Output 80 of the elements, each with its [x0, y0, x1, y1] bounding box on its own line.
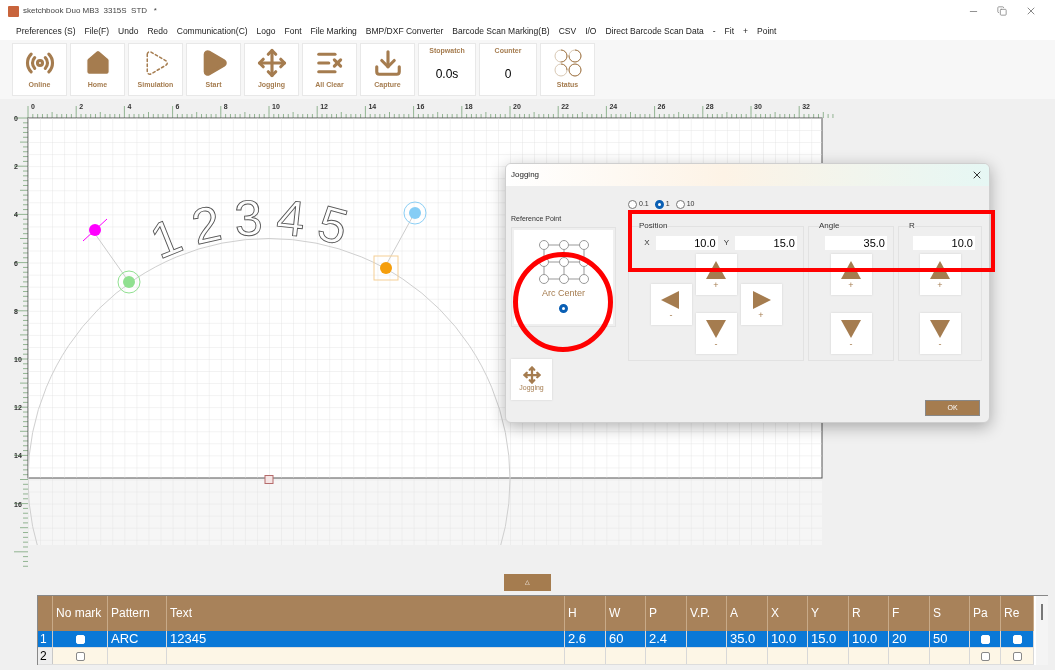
jog-button[interactable]: + — [695, 254, 737, 295]
down-triangle-icon — [704, 318, 728, 340]
up-triangle-icon — [704, 259, 728, 281]
row-number: 1 — [38, 631, 53, 647]
menu-item[interactable]: Direct Barcode Scan Data — [605, 24, 704, 38]
table-cell: 50 — [930, 631, 970, 647]
table-cell: 2.4 — [646, 631, 687, 647]
arc-text: 12345 — [142, 188, 366, 270]
readout-value: 0.0s — [435, 66, 459, 81]
arc-start-handle[interactable] — [117, 270, 141, 294]
up-triangle-icon — [839, 259, 863, 281]
menu-item[interactable]: Undo — [118, 24, 139, 38]
move-icon — [256, 48, 287, 79]
menu-item[interactable]: I/O — [585, 24, 597, 38]
menu-item[interactable]: Preferences (S) — [16, 24, 76, 38]
radio-button[interactable] — [654, 199, 664, 209]
restore-icon[interactable] — [997, 6, 1007, 16]
menu-item[interactable]: Font — [284, 24, 302, 38]
up-triangle-icon — [928, 259, 952, 281]
menu-item[interactable]: Barcode Scan Marking(B) — [452, 24, 550, 38]
checkbox[interactable] — [75, 651, 85, 661]
app-logo-icon — [8, 5, 19, 17]
menu-item[interactable]: - — [712, 24, 716, 38]
end-handle[interactable] — [403, 201, 427, 225]
jog-button[interactable]: + — [830, 254, 872, 295]
reference-grid-drawing — [538, 240, 589, 285]
table-cell: 2.6 — [565, 631, 606, 647]
start-handle[interactable] — [82, 218, 108, 242]
down-triangle-icon — [839, 318, 863, 340]
menu-item[interactable]: File Marking — [310, 24, 357, 38]
menu-item[interactable]: File(F) — [84, 24, 110, 38]
menu-item[interactable]: Logo — [256, 24, 276, 38]
radio-button[interactable] — [559, 303, 568, 313]
table-cell: 10.0 — [768, 631, 808, 647]
download-icon — [372, 48, 403, 79]
readout-value: 0 — [504, 66, 512, 81]
reference-point-card[interactable]: Arc Center — [514, 229, 613, 324]
jog-button[interactable]: - — [830, 313, 872, 354]
checkbox[interactable] — [980, 651, 990, 661]
value-field[interactable]: 15.0 — [735, 236, 797, 250]
value-field[interactable]: 10.0 — [655, 236, 718, 250]
menu-item[interactable]: Communication(C) — [176, 24, 248, 38]
table-cell: 12345 — [167, 631, 565, 647]
field-label: X — [644, 237, 650, 249]
table-cell: 15.0 — [808, 631, 849, 647]
radio-button[interactable] — [628, 199, 637, 209]
dialog-title: Jogging — [511, 169, 540, 181]
jog-button[interactable]: + — [740, 283, 782, 325]
close-icon — [971, 169, 983, 181]
menu-item[interactable]: Redo — [147, 24, 168, 38]
menu-item[interactable]: BMP/DXF Converter — [365, 24, 444, 38]
value-field[interactable]: 35.0 — [825, 236, 887, 250]
table-row[interactable]: 2 — [38, 648, 1034, 665]
center-marker — [264, 475, 274, 484]
down-triangle-icon — [928, 318, 952, 340]
radio-button[interactable] — [675, 199, 685, 209]
table-cell: ARC — [108, 631, 167, 647]
rotation-handle[interactable] — [373, 255, 399, 281]
menu-item[interactable]: Point — [757, 24, 777, 38]
table-cell: 10.0 — [849, 631, 889, 647]
field-label: Y — [723, 237, 729, 249]
menu-item[interactable]: CSV — [558, 24, 577, 38]
close-icon[interactable] — [1025, 5, 1037, 17]
group-label: Angle — [819, 220, 840, 232]
table-cell: 60 — [606, 631, 646, 647]
menu-item[interactable]: Fit — [724, 24, 735, 38]
row-number: 2 — [38, 648, 53, 664]
menu-item[interactable]: + — [743, 24, 748, 38]
table-cell: 20 — [889, 631, 930, 647]
scrollbar[interactable] — [1036, 596, 1048, 665]
table-cell: 35.0 — [727, 631, 768, 647]
gauges-icon — [552, 48, 583, 79]
jog-button[interactable]: - — [919, 313, 961, 354]
jog-button[interactable]: - — [650, 283, 692, 325]
window-title: sketchbook Duo MB3 3315S STD * — [23, 5, 157, 17]
jog-button[interactable]: + — [919, 254, 961, 295]
move-icon — [522, 366, 541, 384]
value-field[interactable]: 10.0 — [913, 236, 975, 250]
checkbox[interactable] — [1012, 651, 1022, 661]
jog-button[interactable]: - — [695, 313, 737, 354]
